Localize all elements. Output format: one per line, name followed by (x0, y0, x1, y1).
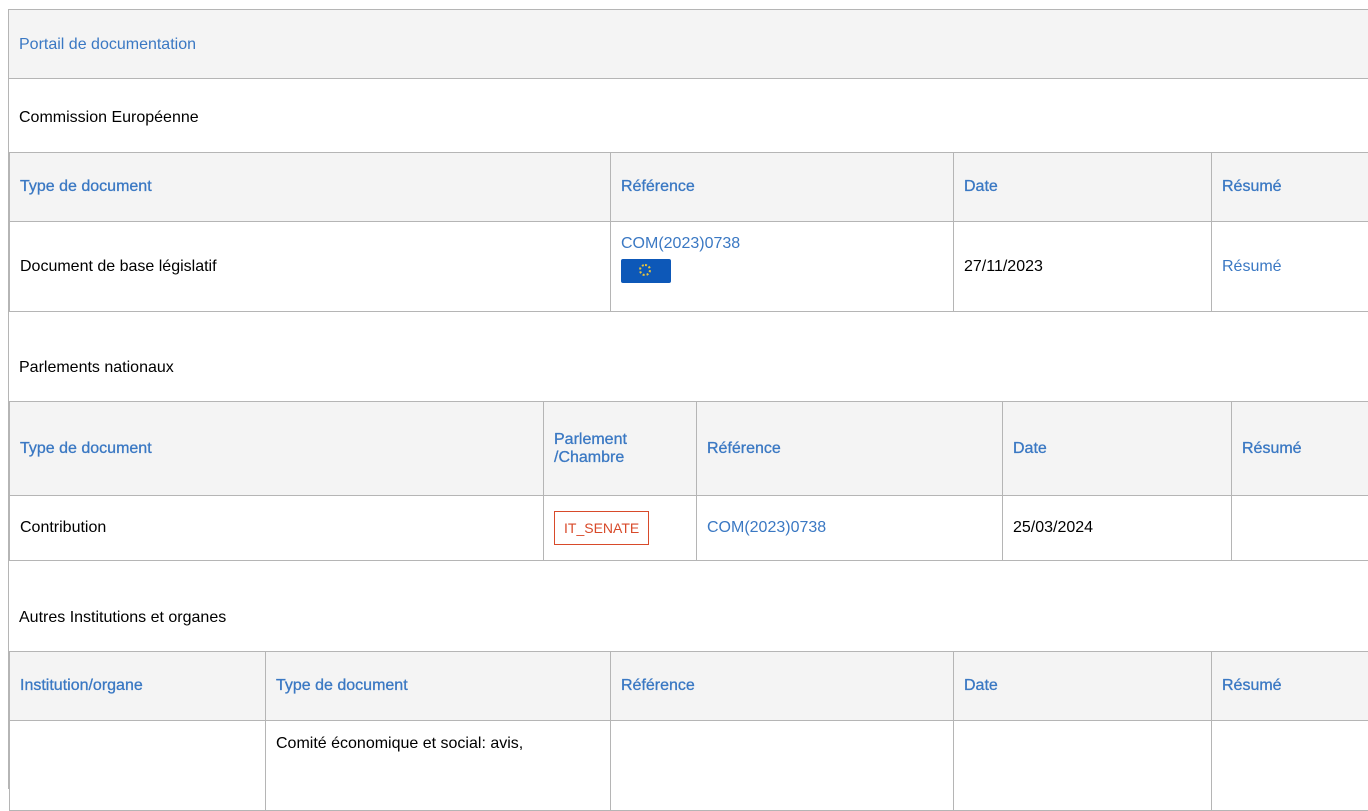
col-header-resume: Résumé (1232, 402, 1368, 496)
cell-institution (10, 721, 266, 811)
eu-flag-icon[interactable] (621, 259, 671, 283)
cell-date (954, 721, 1212, 811)
cell-type: Contribution (10, 496, 544, 561)
cell-reference (611, 721, 954, 811)
table-header-row: Type de document Parlement /Chambre Réfé… (10, 402, 1368, 496)
cell-reference: COM(2023)0738 (697, 496, 1003, 561)
col-header-resume: Résumé (1212, 153, 1368, 222)
portal-title-link[interactable]: Portail de documentation (19, 36, 196, 54)
cell-resume: Résumé (1212, 222, 1368, 312)
col-header-type: Type de document (266, 652, 611, 721)
col-header-reference: Référence (611, 153, 954, 222)
col-header-reference: Référence (697, 402, 1003, 496)
table-row: Comité économique et social: avis, (10, 721, 1368, 811)
col-header-resume: Résumé (1212, 652, 1368, 721)
reference-link[interactable]: COM(2023)0738 (707, 519, 826, 536)
col-header-parlement-line1: Parlement (554, 431, 627, 448)
documentation-portal: Portail de documentation Commission Euro… (8, 9, 1368, 789)
cell-reference: COM(2023)0738 (611, 222, 954, 312)
col-header-parlement: Parlement /Chambre (544, 402, 697, 496)
table-header-row: Type de document Référence Date Résumé (10, 153, 1368, 222)
table-row: Contribution IT_SENATE COM(2023)0738 25/… (10, 496, 1368, 561)
col-header-institution: Institution/organe (10, 652, 266, 721)
cell-date: 25/03/2024 (1003, 496, 1232, 561)
col-header-date: Date (1003, 402, 1232, 496)
cell-type: Comité économique et social: avis, (266, 721, 611, 811)
section-title-parlements: Parlements nationaux (19, 359, 174, 377)
cell-resume (1232, 496, 1368, 561)
section-title-autres: Autres Institutions et organes (19, 609, 226, 627)
resume-link[interactable]: Résumé (1222, 258, 1282, 275)
parlements-table: Type de document Parlement /Chambre Réfé… (9, 401, 1368, 561)
autres-table: Institution/organe Type de document Réfé… (9, 651, 1368, 811)
table-row: Document de base législatif COM(2023)073… (10, 222, 1368, 312)
col-header-reference: Référence (611, 652, 954, 721)
table-header-row: Institution/organe Type de document Réfé… (10, 652, 1368, 721)
col-header-type: Type de document (10, 153, 611, 222)
reference-link[interactable]: COM(2023)0738 (621, 235, 740, 252)
commission-table: Type de document Référence Date Résumé D… (9, 152, 1368, 312)
cell-parlement: IT_SENATE (544, 496, 697, 561)
parlement-badge[interactable]: IT_SENATE (554, 511, 649, 545)
col-header-date: Date (954, 153, 1212, 222)
section-title-commission: Commission Européenne (19, 109, 199, 127)
portal-header-bar: Portail de documentation (9, 10, 1368, 79)
cell-date: 27/11/2023 (954, 222, 1212, 312)
col-header-type: Type de document (10, 402, 544, 496)
cell-resume (1212, 721, 1368, 811)
cell-type: Document de base législatif (10, 222, 611, 312)
col-header-date: Date (954, 652, 1212, 721)
col-header-parlement-line2: /Chambre (554, 449, 624, 466)
